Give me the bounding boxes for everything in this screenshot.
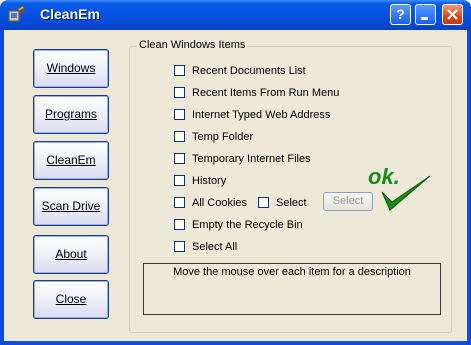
programs-nav-button[interactable]: Programs (33, 95, 109, 134)
title-bar[interactable]: CleanEm ? (0, 0, 471, 30)
checkbox[interactable] (174, 197, 185, 208)
programs-nav-label: Programs (44, 107, 97, 121)
item-label: Select (276, 197, 307, 209)
item-label: Empty the Recycle Bin (192, 219, 303, 231)
checkbox[interactable] (174, 175, 185, 186)
checkbox[interactable] (174, 87, 185, 98)
checkbox[interactable] (174, 65, 185, 76)
checkbox[interactable] (174, 109, 185, 120)
description-box: Move the mouse over each item for a desc… (143, 263, 441, 315)
checkbox[interactable] (174, 131, 185, 142)
checkbox[interactable] (174, 153, 185, 164)
windows-nav-button[interactable]: Windows (33, 49, 109, 88)
close-button[interactable] (442, 4, 463, 25)
scan-drive-nav-label: Scan Drive (41, 199, 101, 213)
cleanem-nav-button[interactable]: CleanEm (33, 141, 109, 180)
item-label: Temporary Internet Files (192, 153, 311, 165)
window-title: CleanEm (40, 6, 100, 22)
scan-drive-nav-button[interactable]: Scan Drive (33, 187, 109, 226)
item-label: Select All (192, 241, 238, 253)
item-label: Recent Documents List (192, 65, 306, 77)
item-label: Temp Folder (192, 131, 254, 143)
app-window: CleanEm ? Windows Programs CleanEm Scan … (0, 0, 471, 345)
ok-checkmark-logo: ok. (368, 164, 431, 211)
checkbox[interactable] (258, 197, 269, 208)
group-title: Clean Windows Items (137, 39, 248, 51)
minimize-button[interactable] (415, 4, 436, 25)
about-nav-button[interactable]: About (33, 235, 109, 274)
cleanem-nav-label: CleanEm (46, 153, 96, 167)
close-nav-label: Close (55, 292, 87, 306)
item-label: History (192, 175, 227, 187)
item-label: Recent Items From Run Menu (192, 87, 340, 99)
close-nav-button[interactable]: Close (33, 280, 109, 319)
checkbox[interactable] (174, 219, 185, 230)
minimize-icon (421, 17, 428, 20)
help-button[interactable]: ? (390, 4, 411, 25)
close-icon (447, 9, 458, 20)
ok-logo-text: ok. (368, 164, 400, 189)
about-nav-label: About (55, 247, 87, 261)
windows-nav-label: Windows (46, 61, 96, 75)
item-label: All Cookies (192, 197, 248, 209)
checkbox[interactable] (174, 241, 185, 252)
app-icon (8, 5, 26, 22)
client-area: Windows Programs CleanEm Scan Drive Abou… (4, 30, 467, 341)
item-label: Internet Typed Web Address (192, 109, 331, 121)
